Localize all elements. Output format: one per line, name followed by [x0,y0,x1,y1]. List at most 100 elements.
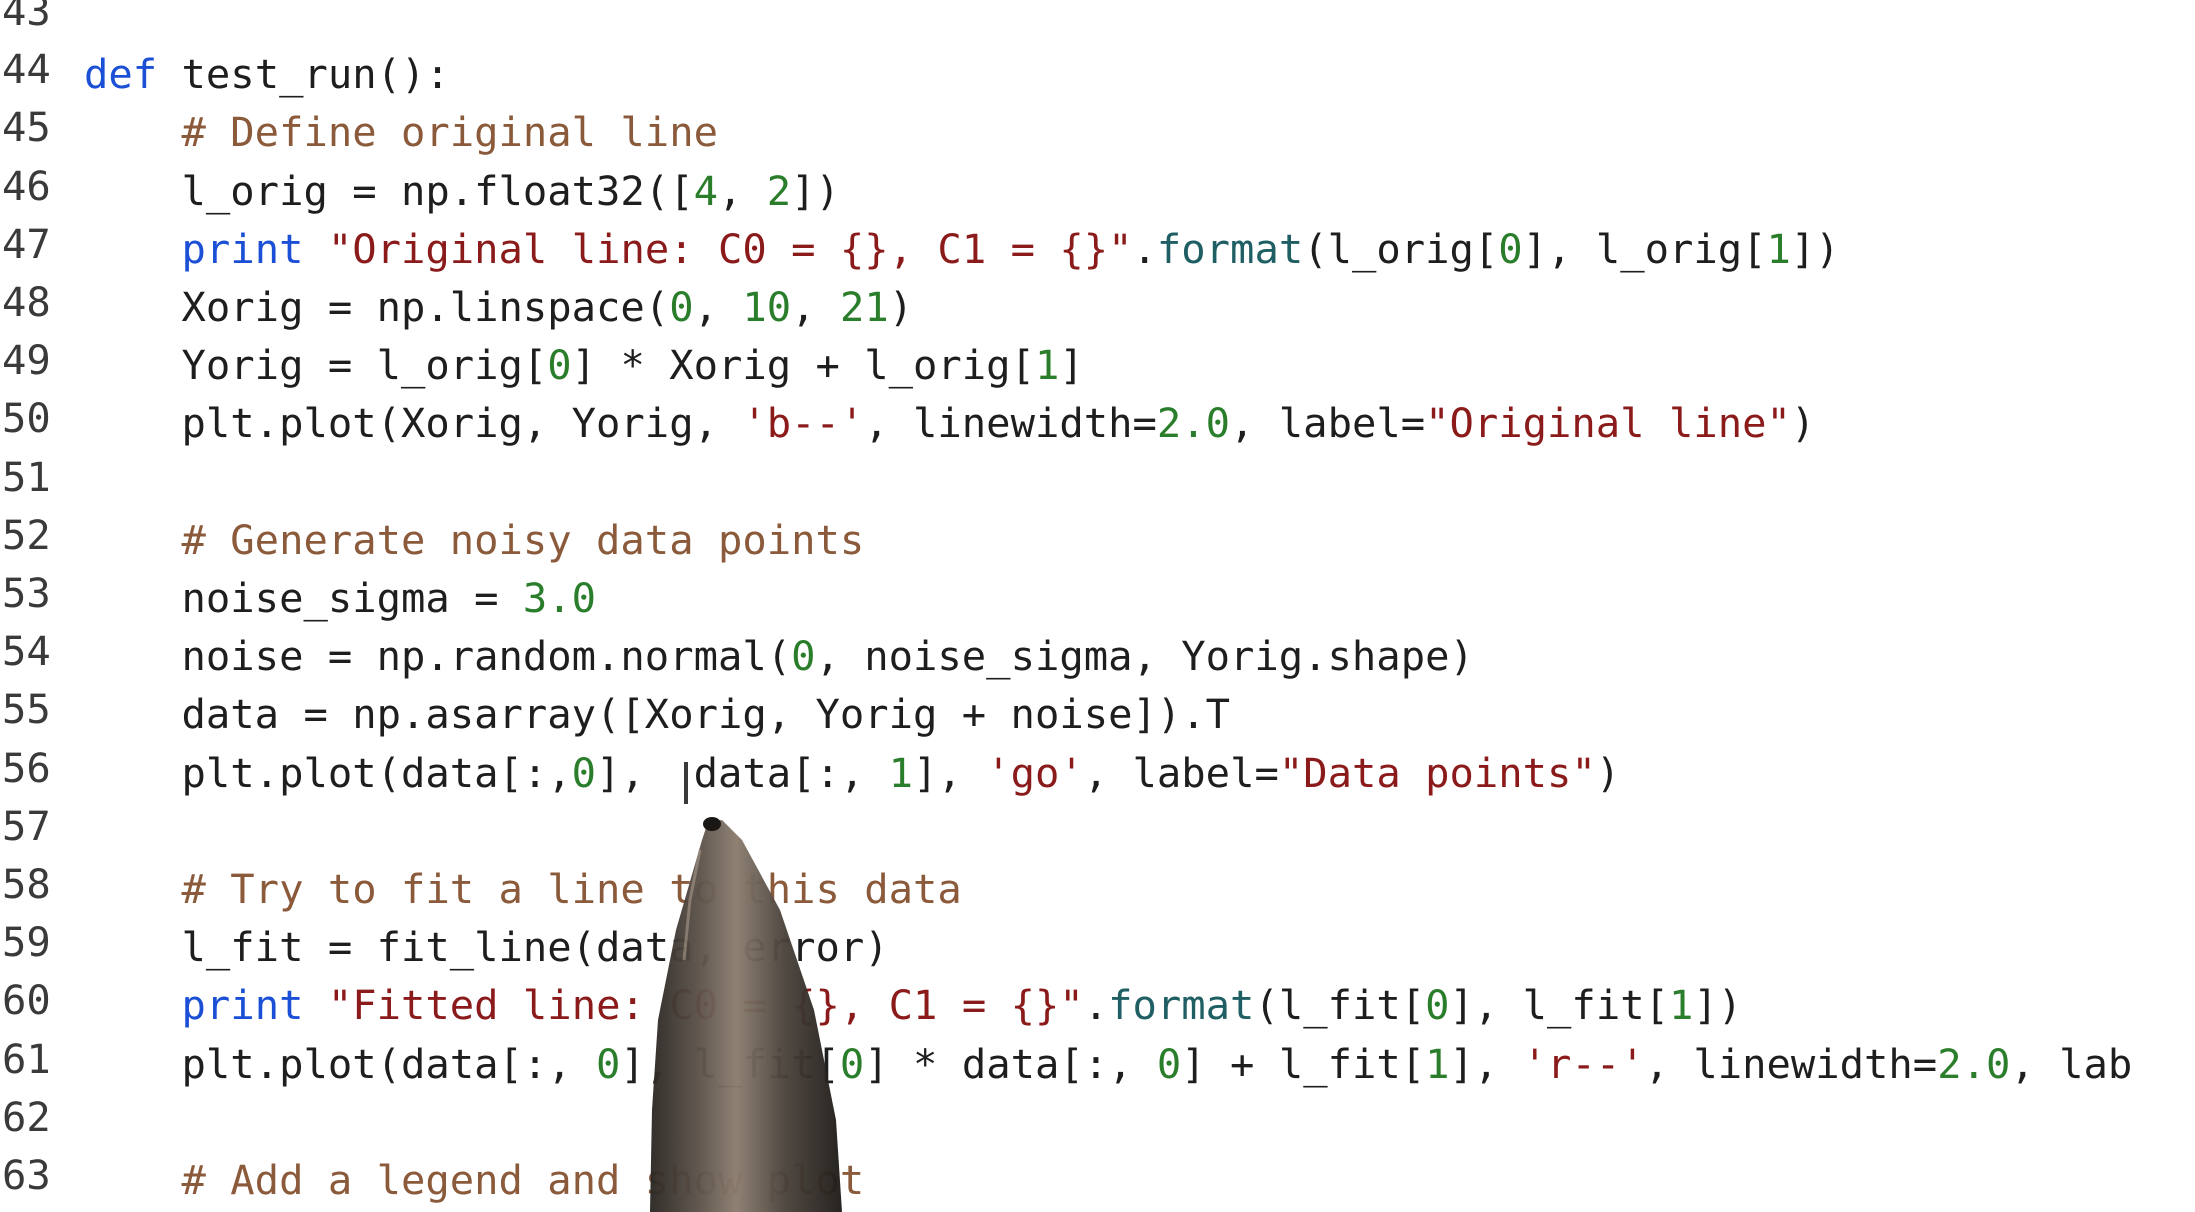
code-text: data = np.asarray([Xorig, Yorig + noise]… [84,685,1230,743]
code-token: . [1132,224,1157,273]
line-number: 60 [2,976,51,1025]
line-number: 58 [2,860,51,908]
line-number: 48 [2,278,51,326]
code-token: def [84,50,158,99]
code-text: l_fit = fit_line(data, error) [84,918,889,976]
code-token: ] [1059,341,1084,390]
code-token: plt.plot(Xorig, Yorig, [84,399,743,448]
code-token: ], l_fit[ [1449,981,1669,1030]
line-number: 56 [2,743,51,792]
code-token: 4 [693,166,718,215]
code-token: ], [913,748,987,797]
line-number: 45 [2,103,51,152]
code-token: ], data[:, [596,748,889,797]
code-token: Xorig = np.linspace( [84,283,670,331]
code-token: plt.plot(data[:, [84,748,572,797]
code-token: ]) [1790,224,1840,273]
code-text: # Try to fit a line to this data [84,860,962,918]
code-token: 0 [547,341,572,390]
code-token: noise = np.random.normal( [84,632,792,681]
code-text: noise = np.random.normal(0, noise_sigma,… [84,627,1474,685]
line-number: 61 [2,1034,51,1083]
line-number: 59 [2,918,51,967]
line-number: 55 [2,685,51,734]
code-text: print "Fitted line: C0 = {}, C1 = {}".fo… [84,976,1743,1034]
code-editor[interactable]: 43 44 def test_run(): 45 # Define original … [0,0,2195,1212]
code-text: def test_run(): [84,45,450,103]
code-token: 0 [571,748,597,797]
code-token: 0 [669,283,694,331]
code-token: 1 [1034,341,1060,390]
code-token: l_orig = np.float32([ [84,166,694,215]
line-number: 53 [2,569,51,617]
code-token: , linewidth= [1644,1039,1938,1088]
code-token: , linewidth= [864,399,1157,448]
code-token: ] + l_fit[ [1181,1039,1426,1088]
line-number: 44 [2,45,51,94]
code-token: . [1083,981,1109,1030]
code-token: ], [1449,1039,1523,1088]
code-text: plt.plot(data[:, 0], l_fit[0] * data[:, … [84,1035,2133,1093]
line-number: 57 [2,801,51,850]
code-token: (l_fit[ [1254,981,1426,1030]
line-number: 47 [2,219,51,268]
code-token: 0 [596,1039,621,1088]
code-token: 1 [888,748,914,797]
line-number: 46 [2,161,51,210]
line-number: 49 [2,336,51,385]
code-token: l_fit = fit_line(data, error) [84,923,889,972]
code-token: "Original line: C0 = {}, C1 = {}" [327,224,1133,273]
code-token: ], l_orig[ [1522,224,1767,273]
code-token: , [693,283,743,331]
code-text: # Define original line [84,103,718,161]
code-token: ], l_fit[ [620,1039,840,1088]
code-token: 'b--' [742,399,865,448]
code-text: noise_sigma = 3.0 [84,569,597,627]
code-token: 2.0 [1937,1039,2011,1088]
code-token: 0 [1498,224,1523,273]
code-text: Yorig = l_orig[0] * Xorig + l_orig[1] [84,336,1084,394]
code-token: 0 [1156,1039,1182,1088]
code-token: format [1108,981,1255,1030]
code-token: Yorig = l_orig[ [84,341,548,390]
code-token: # Add a legend and show plot [84,1156,865,1204]
code-token: # Define original line [84,108,718,157]
code-token: , label= [1230,399,1426,448]
code-token: , lab [2010,1039,2133,1088]
code-token: data = np.asarray([Xorig, Yorig + noise]… [84,690,1231,739]
code-token: test_run(): [157,50,450,99]
code-token: print [181,224,304,273]
code-text: plt.plot(data[:,0], data[:, 1], 'go', la… [84,744,1621,802]
code-token: , label= [1083,748,1279,797]
code-token: 0 [1425,981,1450,1030]
line-number: 54 [2,627,51,676]
code-token: 3.0 [522,574,597,622]
code-token: "Data points" [1278,748,1596,797]
code-token: 'r--' [1522,1039,1645,1088]
code-token: print [181,981,304,1030]
code-text: # Add a legend and show plot [84,1151,865,1209]
code-token: plt.plot(data[:, [84,1039,597,1088]
code-token: ) [1595,748,1621,797]
code-token: 2 [766,166,792,215]
code-token: # Try to fit a line to this data [84,865,962,913]
line-number: 50 [2,394,51,443]
code-token: 0 [839,1039,865,1088]
code-token: 21 [839,283,889,331]
code-token: , [717,166,767,215]
code-token: (l_orig[ [1303,224,1499,273]
code-token: noise_sigma = [84,574,523,622]
line-number: 51 [2,452,51,501]
line-number: 63 [2,1151,51,1199]
code-token: 1 [1425,1039,1450,1088]
code-token: , noise_sigma, Yorig.shape) [815,632,1474,681]
code-text: plt.plot(Xorig, Yorig, 'b--', linewidth=… [84,394,1816,452]
code-token: 'go' [986,748,1084,797]
code-token: , [791,283,840,331]
code-token: ] * data[:, [864,1039,1157,1088]
code-token: ] * Xorig + l_orig[ [571,341,1035,390]
code-text: Xorig = np.linspace(0, 10, 21) [84,278,914,336]
